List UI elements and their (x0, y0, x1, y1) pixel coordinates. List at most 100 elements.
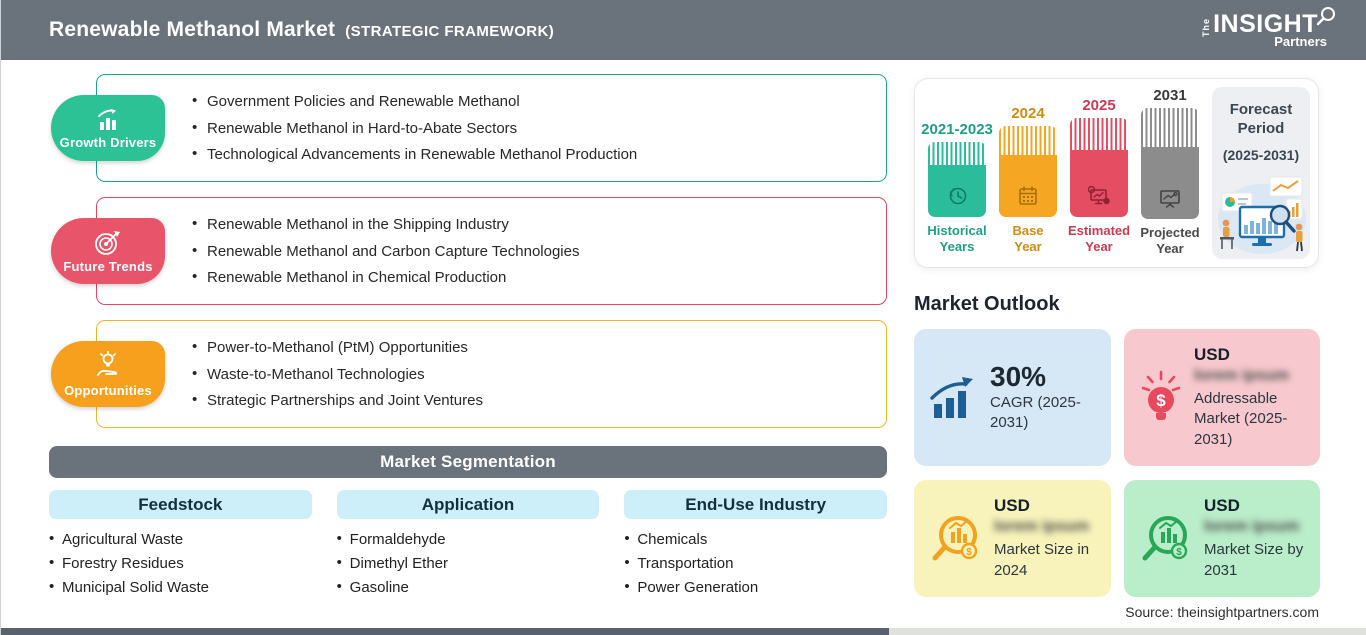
estimated-year-bar: 2025 Estimated Year (1067, 87, 1131, 257)
calendar-icon (1019, 186, 1037, 205)
dollar-symbol: $ (1156, 391, 1166, 410)
growth-drivers-row: Government Policies and Renewable Methan… (49, 74, 887, 182)
logo-the-text: The (1201, 17, 1212, 37)
market-outlook-heading: Market Outlook (914, 293, 1060, 315)
usd-label: USD (1204, 496, 1240, 516)
growth-drivers-box: Government Policies and Renewable Methan… (96, 74, 887, 182)
cagr-value: 30% (990, 360, 1047, 392)
application-header: Application (336, 490, 600, 519)
usd-label: USD (1194, 345, 1230, 365)
future-trends-label: Future Trends (63, 258, 153, 274)
application-item: Gasoline (337, 578, 600, 596)
cagr-growth-chart-icon (930, 376, 973, 418)
magnifier-icon (1316, 6, 1335, 25)
hand-bulb-icon (97, 350, 118, 376)
year-label: 2024 (1011, 105, 1045, 122)
opportunities-pill: Opportunities (51, 341, 165, 407)
forecast-range: (2025-2031) (1222, 146, 1300, 163)
growth-drivers-label: Growth Drivers (59, 134, 157, 150)
feedstock-item: Forestry Residues (49, 554, 312, 572)
bar-caption: Base Year (1012, 223, 1044, 255)
growth-drivers-pill: Growth Drivers (51, 95, 165, 161)
end-use-item: Transportation (624, 554, 887, 572)
cagr-caption: CAGR (2025-2031) (990, 393, 1081, 431)
insight-partners-logo: The INSIGHT Partners (1201, 6, 1337, 49)
future-trends-row: Renewable Methanol in the Shipping Indus… (49, 197, 887, 305)
market-subtitle: (STRATEGIC FRAMEWORK) (345, 23, 555, 40)
segmentation-column-end-use: End-Use Industry Chemicals Transportatio… (624, 490, 887, 603)
opportunities-box: Power-to-Methanol (PtM) Opportunities Wa… (96, 320, 887, 428)
market-size-2031-card: $ USD lorem ipsum Market Size by 2031 (1124, 480, 1320, 597)
projection-chart-icon (1160, 189, 1180, 208)
end-use-header: End-Use Industry (624, 490, 887, 519)
year-label: 2025 (1082, 97, 1116, 114)
historical-years-bar: 2021-2023 Historical Years (921, 87, 993, 257)
outlook-cards: 30% CAGR (2025-2031) $ USD lorem ipsum A… (914, 329, 1320, 597)
bar-caption: Projected Year (1140, 224, 1200, 256)
year-label: 2031 (1153, 87, 1187, 104)
magnifier-chart-icon: $ (932, 515, 978, 560)
application-item: Formaldehyde (337, 530, 600, 548)
dollar-symbol: $ (966, 547, 972, 558)
end-use-item: Power Generation (624, 578, 887, 596)
future-trend-item: Renewable Methanol in Chemical Productio… (192, 268, 870, 286)
market-segmentation-bar: Market Segmentation (49, 446, 887, 478)
blurred-value: lorem ipsum (994, 518, 1090, 536)
opportunities-row: Power-to-Methanol (PtM) Opportunities Wa… (49, 320, 887, 428)
projected-year-bar: 2031 Projected Year (1140, 87, 1200, 257)
growth-driver-item: Government Policies and Renewable Methan… (192, 92, 870, 110)
future-trends-box: Renewable Methanol in the Shipping Indus… (96, 197, 887, 305)
growth-driver-item: Technological Advancements in Renewable … (192, 145, 870, 163)
card-caption: Market Size by 2031 (1204, 541, 1304, 579)
forecast-line1: Forecast (1229, 101, 1293, 118)
future-trend-item: Renewable Methanol and Carbon Capture Te… (192, 242, 870, 260)
usd-label: USD (994, 496, 1030, 516)
header-bar: Renewable Methanol Market (STRATEGIC FRA… (1, 0, 1366, 60)
future-trends-pill: Future Trends (51, 218, 165, 284)
blurred-value: lorem ipsum (1194, 367, 1290, 385)
bottom-strip-dark (1, 628, 889, 635)
logo-partners-text: Partners (1274, 33, 1327, 49)
opportunity-item: Strategic Partnerships and Joint Venture… (192, 391, 870, 409)
timeline-bars: 2021-2023 Historical Years 2024 Base Yea… (921, 87, 1200, 259)
opportunities-label: Opportunities (64, 382, 152, 398)
card-caption: Market Size in 2024 (994, 541, 1090, 579)
bar-caption: Estimated Year (1067, 223, 1131, 255)
application-item: Dimethyl Ether (337, 554, 600, 572)
right-section: 2021-2023 Historical Years 2024 Base Yea… (914, 78, 1320, 620)
estimate-analytics-icon (1087, 185, 1110, 205)
page-title: Renewable Methanol Market (STRATEGIC FRA… (49, 18, 554, 42)
forecast-period-panel: Forecast Period (2025-2031) (1212, 87, 1310, 259)
growth-driver-item: Renewable Methanol in Hard-to-Abate Sect… (192, 119, 870, 137)
opportunity-item: Power-to-Methanol (PtM) Opportunities (192, 338, 870, 356)
segmentation-columns: Feedstock Agricultural Waste Forestry Re… (49, 490, 887, 603)
infographic-page: Renewable Methanol Market (STRATEGIC FRA… (0, 0, 1366, 635)
market-title: Renewable Methanol Market (49, 18, 336, 41)
addressable-market-card: $ USD lorem ipsum Addressable Market (20… (1124, 329, 1320, 466)
magnifier-chart-icon: $ (1142, 515, 1188, 560)
bottom-strip-light (889, 628, 1366, 635)
base-year-bar: 2024 Base Year (998, 87, 1058, 257)
feedstock-header: Feedstock (49, 490, 312, 519)
bar-chart-growth-icon (98, 108, 116, 130)
future-trend-item: Renewable Methanol in the Shipping Indus… (192, 215, 870, 233)
feedstock-item: Agricultural Waste (49, 530, 312, 548)
feedstock-item: Municipal Solid Waste (49, 578, 312, 596)
end-use-item: Chemicals (624, 530, 887, 548)
forecast-line2: Period (1237, 119, 1285, 137)
dollar-bulb-icon: $ (1141, 370, 1181, 420)
analytics-illustration (1218, 176, 1306, 254)
bottom-strip (1, 628, 1366, 635)
dollar-symbol: $ (1176, 547, 1182, 558)
cagr-card: 30% CAGR (2025-2031) (914, 329, 1111, 466)
card-caption: Addressable Market (2025-2031) (1194, 390, 1288, 448)
segmentation-column-application: Application Formaldehyde Dimethyl Ether … (336, 490, 600, 603)
target-dart-icon (95, 230, 120, 255)
opportunity-item: Waste-to-Methanol Technologies (192, 365, 870, 383)
segmentation-column-feedstock: Feedstock Agricultural Waste Forestry Re… (49, 490, 312, 603)
blurred-value: lorem ipsum (1204, 518, 1300, 536)
framework-section: Government Policies and Renewable Methan… (49, 74, 887, 603)
market-segmentation-title: Market Segmentation (380, 452, 556, 471)
bar-caption: Historical Years (927, 223, 987, 255)
year-label: 2021-2023 (921, 121, 993, 138)
